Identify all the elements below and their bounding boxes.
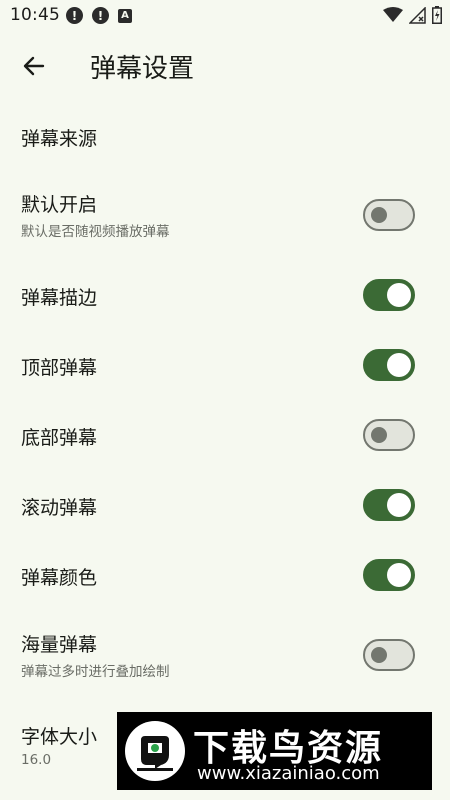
massive-toggle[interactable]: [363, 639, 415, 671]
setting-danmaku-source[interactable]: 弹幕来源: [0, 110, 450, 162]
setting-title: 弹幕颜色: [21, 567, 98, 589]
toggle-knob: [387, 563, 411, 587]
toggle-knob: [387, 353, 411, 377]
notification-icons: ! ! A: [66, 7, 132, 24]
toggle-knob: [387, 493, 411, 517]
setting-title: 海量弹幕: [21, 634, 98, 656]
toggle-knob: [371, 427, 387, 443]
battery-icon: [432, 6, 442, 24]
setting-scroll[interactable]: 滚动弹幕: [0, 472, 450, 538]
a-icon: A: [118, 8, 132, 23]
alert-icon: !: [66, 7, 83, 24]
setting-subtitle: 弹幕过多时进行叠加绘制: [21, 664, 170, 680]
arrow-left-icon: [23, 56, 45, 76]
wifi-icon: [383, 7, 403, 22]
bottom-toggle[interactable]: [363, 419, 415, 451]
watermark-url: www.xiazainiao.com: [197, 763, 380, 784]
alert-icon: !: [92, 7, 109, 24]
watermark-logo: [125, 721, 185, 781]
top-toggle[interactable]: [363, 349, 415, 381]
toggle-knob: [387, 283, 411, 307]
app-bar: 弹幕设置: [0, 32, 450, 100]
setting-color[interactable]: 弹幕颜色: [0, 542, 450, 608]
setting-title: 底部弹幕: [21, 427, 98, 449]
setting-stroke[interactable]: 弹幕描边: [0, 262, 450, 328]
back-button[interactable]: [14, 46, 54, 86]
font-size-value: 16.0: [21, 752, 52, 768]
watermark-banner: 下载鸟资源 www.xiazainiao.com: [117, 712, 432, 790]
toggle-knob: [371, 647, 387, 663]
toggle-knob: [371, 207, 387, 223]
color-toggle[interactable]: [363, 559, 415, 591]
setting-title: 弹幕来源: [21, 128, 98, 150]
status-time: 10:45: [10, 5, 60, 25]
setting-title: 滚动弹幕: [21, 497, 98, 519]
bird-logo-icon: [137, 736, 173, 771]
setting-bottom[interactable]: 底部弹幕: [0, 402, 450, 468]
default-on-toggle[interactable]: [363, 199, 415, 231]
setting-subtitle: 默认是否随视频播放弹幕: [21, 224, 170, 240]
scroll-toggle[interactable]: [363, 489, 415, 521]
setting-top[interactable]: 顶部弹幕: [0, 332, 450, 398]
setting-title: 字体大小: [21, 726, 98, 748]
system-icons: [383, 6, 442, 24]
setting-title: 顶部弹幕: [21, 357, 98, 379]
setting-title: 弹幕描边: [21, 287, 98, 309]
status-bar: 10:45 ! ! A: [0, 0, 450, 32]
page-title: 弹幕设置: [90, 54, 195, 84]
setting-title: 默认开启: [21, 194, 98, 216]
signal-icon: [409, 6, 426, 24]
setting-massive[interactable]: 海量弹幕 弹幕过多时进行叠加绘制: [0, 620, 450, 690]
stroke-toggle[interactable]: [363, 279, 415, 311]
setting-default-on[interactable]: 默认开启 默认是否随视频播放弹幕: [0, 180, 450, 250]
